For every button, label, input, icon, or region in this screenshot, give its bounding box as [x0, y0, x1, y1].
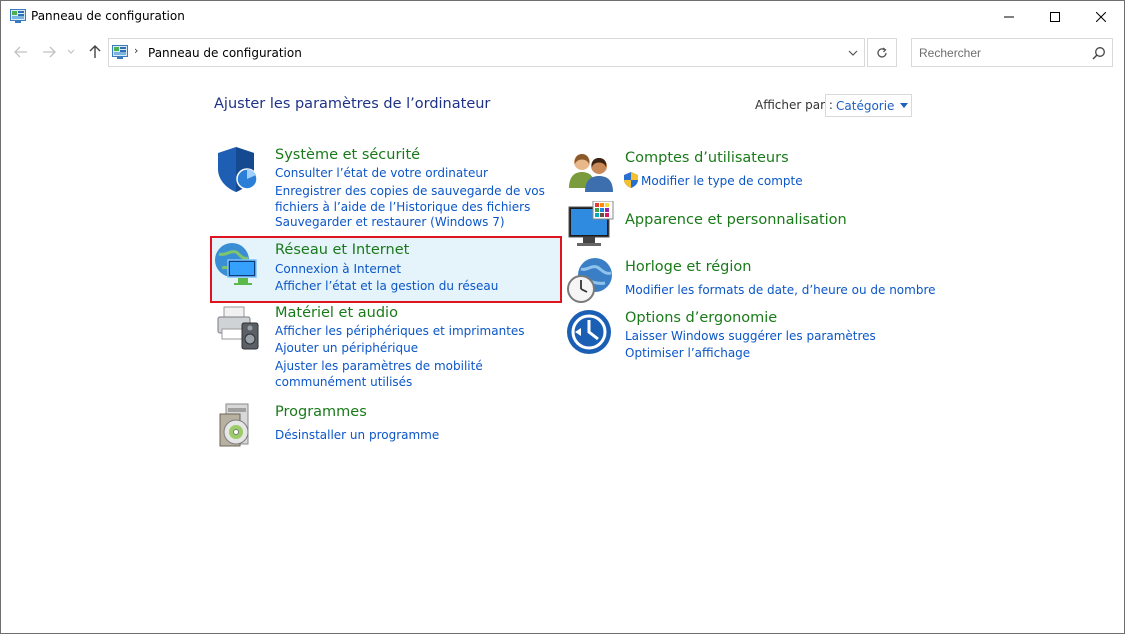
- category-title[interactable]: Apparence et personnalisation: [625, 212, 847, 228]
- category-title[interactable]: Horloge et région: [625, 259, 751, 275]
- search-box[interactable]: [911, 38, 1113, 67]
- appearance-monitor-icon: [568, 201, 614, 246]
- maximize-icon: [1050, 11, 1060, 22]
- search-input[interactable]: [919, 44, 1079, 62]
- navigation-bar: › Panneau de configuration: [1, 36, 1124, 68]
- category-title[interactable]: Options d’ergonomie: [625, 310, 777, 326]
- category-link[interactable]: Laisser Windows suggérer les paramètres: [625, 329, 876, 343]
- category-link[interactable]: Afficher l’état et la gestion du réseau: [275, 279, 498, 293]
- category-title[interactable]: Système et sécurité: [275, 147, 420, 163]
- refresh-button[interactable]: [867, 38, 897, 67]
- category-title[interactable]: Matériel et audio: [275, 305, 398, 321]
- breadcrumb[interactable]: Panneau de configuration: [148, 46, 302, 60]
- caret-down-icon: [900, 103, 909, 108]
- forward-button[interactable]: [41, 44, 57, 60]
- up-button[interactable]: [87, 44, 103, 60]
- category-title[interactable]: Comptes d’utilisateurs: [625, 150, 789, 166]
- arrow-right-icon: [43, 46, 56, 58]
- control-panel-icon: [10, 9, 26, 23]
- refresh-icon: [877, 46, 887, 58]
- view-by-label: Afficher par :: [755, 98, 833, 112]
- category-link[interactable]: Optimiser l’affichage: [625, 346, 750, 360]
- category-link[interactable]: Ajouter un périphérique: [275, 341, 418, 355]
- title-bar: Panneau de configuration: [1, 1, 1124, 32]
- category-link[interactable]: Sauvegarder et restaurer (Windows 7): [275, 215, 505, 229]
- arrow-up-icon: [89, 45, 101, 58]
- category-title[interactable]: Programmes: [275, 404, 367, 420]
- search-icon[interactable]: [1092, 46, 1106, 60]
- close-icon: [1096, 11, 1106, 22]
- category-link[interactable]: Connexion à Internet: [275, 262, 401, 276]
- chevron-down-icon: [67, 49, 75, 54]
- programs-disc-icon: [219, 403, 249, 447]
- chevron-down-icon: [848, 50, 858, 56]
- page-title: Ajuster les paramètres de l’ordinateur: [214, 96, 491, 112]
- window-title: Panneau de configuration: [31, 9, 185, 23]
- recent-locations-button[interactable]: [65, 44, 77, 60]
- user-accounts-icon: [569, 154, 613, 192]
- view-by-dropdown[interactable]: Catégorie: [825, 94, 912, 117]
- category-link[interactable]: Modifier le type de compte: [641, 174, 803, 188]
- shield-security-icon: [218, 147, 258, 192]
- category-title[interactable]: Réseau et Internet: [275, 242, 409, 258]
- clock-globe-icon: [567, 258, 612, 303]
- address-history-button[interactable]: [846, 46, 860, 60]
- uac-shield-icon: [624, 172, 638, 188]
- minimize-button[interactable]: [986, 1, 1032, 32]
- network-globe-icon: [215, 243, 257, 285]
- close-button[interactable]: [1078, 1, 1124, 32]
- minimize-icon: [1004, 16, 1014, 17]
- category-link[interactable]: Consulter l’état de votre ordinateur: [275, 166, 488, 180]
- printer-speaker-icon: [217, 306, 259, 350]
- category-link[interactable]: Afficher les périphériques et imprimante…: [275, 324, 525, 338]
- address-bar[interactable]: › Panneau de configuration: [108, 38, 865, 67]
- category-link[interactable]: Modifier les formats de date, d’heure ou…: [625, 283, 936, 297]
- ease-of-access-icon: [567, 310, 611, 354]
- category-link[interactable]: Désinstaller un programme: [275, 428, 439, 442]
- breadcrumb-separator-icon: ›: [134, 44, 139, 57]
- back-button[interactable]: [13, 44, 29, 60]
- view-by-value: Catégorie: [836, 98, 895, 113]
- category-link[interactable]: Enregistrer des copies de sauvegarde de …: [275, 183, 565, 215]
- arrow-left-icon: [14, 46, 27, 58]
- control-panel-icon: [112, 45, 128, 59]
- control-panel-window: Panneau de configuration › Panneau de co…: [0, 0, 1125, 634]
- maximize-button[interactable]: [1032, 1, 1078, 32]
- category-link[interactable]: Ajuster les paramètres de mobilité commu…: [275, 358, 560, 390]
